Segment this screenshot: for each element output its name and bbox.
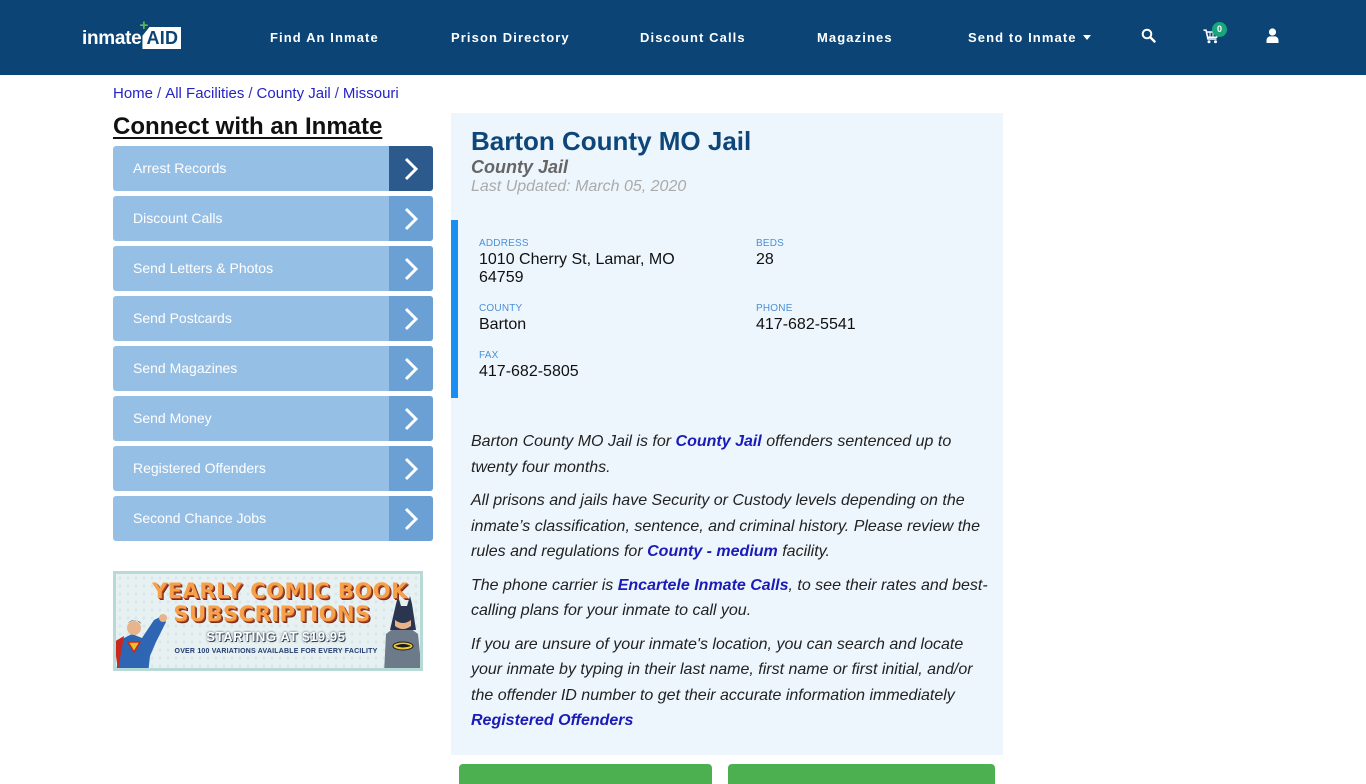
menu-item-label: Send Money xyxy=(133,410,212,426)
caret-down-icon xyxy=(1082,35,1091,40)
chevron-right-icon xyxy=(389,196,433,241)
chevron-right-icon xyxy=(389,496,433,541)
facility-name-heading: Barton County MO Jail xyxy=(471,126,752,156)
county-jail-link[interactable]: County Jail xyxy=(676,433,762,450)
last-updated-text: Last Updated: March 05, 2020 xyxy=(471,178,687,195)
description-text: Barton County MO Jail is for xyxy=(471,433,676,450)
user-account-icon[interactable] xyxy=(1266,28,1279,48)
menu-item-arrest-records[interactable]: Arrest Records xyxy=(113,146,433,191)
description-text: If you are unsure of your inmate's locat… xyxy=(471,635,973,704)
beds-value: 28 xyxy=(756,251,774,268)
nav-find-an-inmate[interactable]: Find An Inmate xyxy=(270,30,379,45)
breadcrumb-separator: / xyxy=(248,85,253,102)
nav-send-to-inmate[interactable]: Send to Inmate xyxy=(968,30,1091,45)
phone-value: 417-682-5541 xyxy=(756,316,856,333)
chevron-right-icon xyxy=(389,346,433,391)
phone-label: PHONE xyxy=(756,303,793,314)
description-text: The phone carrier is xyxy=(471,576,618,594)
address-line2: 64759 xyxy=(479,269,524,286)
menu-item-label: Arrest Records xyxy=(133,160,227,176)
ad-subtext: OVER 100 VARIATIONS AVAILABLE FOR EVERY … xyxy=(174,648,378,655)
breadcrumb-missouri[interactable]: Missouri xyxy=(343,85,399,102)
chevron-right-icon xyxy=(389,296,433,341)
chevron-right-icon xyxy=(389,146,433,191)
breadcrumb-all-facilities[interactable]: All Facilities xyxy=(165,85,244,102)
facility-info-panel: ADDRESS 1010 Cherry St, Lamar, MO 64759 … xyxy=(451,220,1003,398)
menu-item-label: Registered Offenders xyxy=(133,460,266,476)
description-text: facility. xyxy=(777,543,830,560)
menu-item-label: Send Magazines xyxy=(133,360,238,376)
action-button-right[interactable] xyxy=(728,764,995,784)
beds-label: BEDS xyxy=(756,238,785,249)
menu-item-label: Send Letters & Photos xyxy=(133,260,274,276)
menu-item-send-money[interactable]: Send Money xyxy=(113,396,433,441)
description-paragraph: The phone carrier is Encartele Inmate Ca… xyxy=(471,573,991,624)
address-field: ADDRESS 1010 Cherry St, Lamar, MO 64759 xyxy=(479,238,675,287)
beds-field: BEDS 28 xyxy=(756,238,784,269)
facility-type: County Jail xyxy=(471,157,569,177)
county-field: COUNTY Barton xyxy=(479,303,526,334)
menu-item-send-postcards[interactable]: Send Postcards xyxy=(113,296,433,341)
ad-headline-line1: YEARLY COMIC BOOK xyxy=(152,579,408,603)
connect-with-inmate-heading: Connect with an Inmate xyxy=(113,113,383,140)
menu-item-registered-offenders[interactable]: Registered Offenders xyxy=(113,446,433,491)
ad-headline-line2: SUBSCRIPTIONS xyxy=(173,602,371,626)
ad-price-text: STARTING AT $19.95 xyxy=(206,629,346,644)
fax-value: 417-682-5805 xyxy=(479,363,579,380)
breadcrumb-separator: / xyxy=(157,85,162,102)
menu-item-label: Discount Calls xyxy=(133,210,223,226)
menu-item-label: Send Postcards xyxy=(133,310,232,326)
chevron-right-icon xyxy=(389,446,433,491)
menu-item-label: Second Chance Jobs xyxy=(133,510,267,526)
logo-text-aid: AID xyxy=(142,27,182,49)
address-line1: 1010 Cherry St, Lamar, MO xyxy=(479,251,675,268)
address-label: ADDRESS xyxy=(479,238,529,249)
nav-send-to-inmate-label: Send to Inmate xyxy=(968,30,1077,45)
top-navigation-bar: inmate + AID Find An Inmate Prison Direc… xyxy=(0,0,1366,75)
search-icon[interactable] xyxy=(1141,28,1156,48)
chevron-right-icon xyxy=(389,246,433,291)
phone-field: PHONE 417-682-5541 xyxy=(756,303,856,334)
nav-prison-directory[interactable]: Prison Directory xyxy=(451,30,570,45)
cart-count-badge: 0 xyxy=(1212,22,1227,37)
comic-subscription-ad-banner[interactable]: YEARLY COMIC BOOK SUBSCRIPTIONS STARTING… xyxy=(113,571,423,671)
security-level-link[interactable]: County - medium xyxy=(647,543,778,560)
logo-aid-wrap: + AID xyxy=(139,18,182,50)
description-paragraph: All prisons and jails have Security or C… xyxy=(471,488,991,565)
menu-item-send-letters-photos[interactable]: Send Letters & Photos xyxy=(113,246,433,291)
action-button-left[interactable] xyxy=(459,764,712,784)
menu-item-send-magazines[interactable]: Send Magazines xyxy=(113,346,433,391)
registered-offenders-link[interactable]: Registered Offenders xyxy=(471,712,633,729)
site-logo[interactable]: inmate + AID xyxy=(82,18,182,50)
description-paragraph: If you are unsure of your inmate's locat… xyxy=(471,632,991,734)
connect-menu: Arrest Records Discount Calls Send Lette… xyxy=(113,146,433,546)
menu-item-second-chance-jobs[interactable]: Second Chance Jobs xyxy=(113,496,433,541)
county-value: Barton xyxy=(479,316,527,333)
fax-field: FAX 417-682-5805 xyxy=(479,350,579,381)
fax-label: FAX xyxy=(479,350,499,361)
breadcrumb: Home / All Facilities / County Jail / Missouri xyxy=(113,85,399,102)
facility-description: Barton County MO Jail is for County Jail… xyxy=(471,429,991,742)
breadcrumb-county-jail[interactable]: County Jail xyxy=(257,85,331,102)
chevron-right-icon xyxy=(389,396,433,441)
nav-magazines[interactable]: Magazines xyxy=(817,30,893,45)
county-label: COUNTY xyxy=(479,303,523,314)
breadcrumb-separator: / xyxy=(334,85,339,102)
phone-carrier-link[interactable]: Encartele Inmate Calls xyxy=(618,577,789,594)
description-paragraph: Barton County MO Jail is for County Jail… xyxy=(471,429,991,480)
facility-details-card: Barton County MO Jail County Jail Last U… xyxy=(451,113,1003,755)
menu-item-discount-calls[interactable]: Discount Calls xyxy=(113,196,433,241)
breadcrumb-home[interactable]: Home xyxy=(113,85,153,102)
logo-plus-icon: + xyxy=(139,17,148,34)
logo-text-inmate: inmate xyxy=(82,28,142,49)
nav-discount-calls[interactable]: Discount Calls xyxy=(640,30,746,45)
